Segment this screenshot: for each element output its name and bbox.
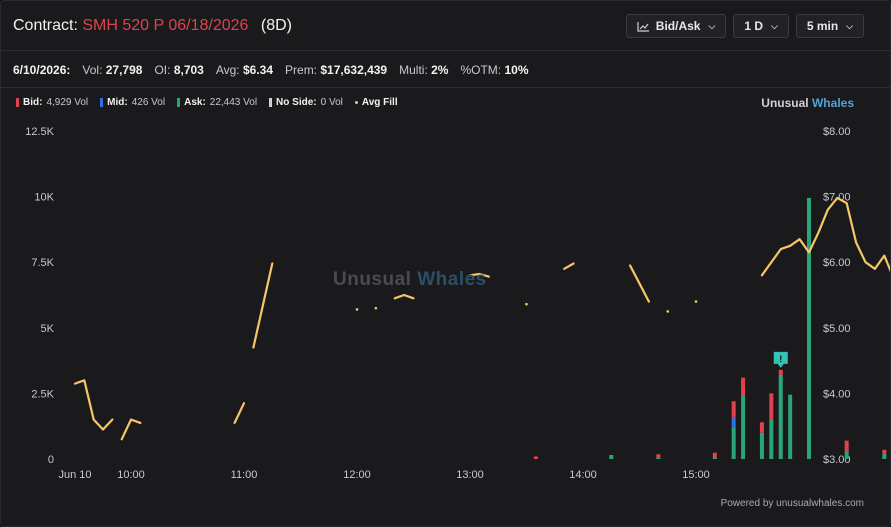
left-axis-tick: 10K [34,192,54,204]
contract-header: Contract: SMH 520 P 06/18/2026 (8D) [13,17,292,35]
stat-prem: Prem: $17,632,439 [285,63,388,77]
brand-logo: Unusual Whales [761,96,854,110]
stat-multi: Multi: 2% [399,63,449,77]
legend-no-side[interactable]: No Side: 0 Vol [269,97,343,108]
interval-dropdown[interactable]: 5 min ⌵ [795,14,864,38]
avg-fill-line[interactable] [120,418,142,441]
contract-symbol[interactable]: SMH 520 P 06/18/2026 [82,17,248,34]
stat-oi: OI: 8,703 [154,63,204,77]
left-axis-tick: 2.5K [31,388,54,400]
legend-bid[interactable]: Bid: 4,929 Vol [16,97,88,108]
volume-bar-bid[interactable] [656,454,661,458]
legend-ask[interactable]: Ask: 22,443 Vol [177,97,257,108]
volume-bar-ask[interactable] [731,427,736,459]
volume-bar-ask[interactable] [882,453,887,459]
stat-avg: Avg: $6.34 [215,63,274,77]
volume-bar-ask[interactable] [778,375,783,459]
avg-fill-line[interactable] [252,262,274,349]
right-axis-tick: $6.00 [823,257,851,269]
volume-bar-ask[interactable] [769,419,774,459]
chevron-down-icon: ⌵ [771,20,778,31]
x-axis-tick: 10:00 [117,469,145,481]
volume-bar-ask[interactable] [844,451,849,459]
volume-bar-ask[interactable] [712,457,717,459]
right-axis-tick: $8.00 [823,126,851,138]
flow-chart: 02.5K5K7.5K10K12.5K$3.00$4.00$5.00$6.00$… [25,126,890,481]
contract-prefix: Contract: [13,17,78,34]
right-axis-tick: $5.00 [823,323,851,335]
avg-fill-point[interactable] [694,300,698,303]
range-dropdown[interactable]: 1 D ⌵ [733,14,789,38]
x-axis-tick: 14:00 [569,469,597,481]
chevron-down-icon: ⌵ [708,20,716,31]
x-axis-tick: 12:00 [343,469,371,481]
x-axis-tick: 11:00 [231,469,258,481]
avg-fill-line[interactable] [73,379,114,431]
days-to-expiry: (8D) [260,17,292,34]
volume-bar-bid[interactable] [741,377,746,397]
volume-bar-bid[interactable] [731,401,736,418]
volume-bar-bid[interactable] [769,393,774,420]
powered-by: Powered by unusualwhales.com [720,498,864,509]
line-chart-icon [637,21,649,32]
watermark: Unusual Whales [333,269,487,290]
volume-bar-ask[interactable] [656,457,661,459]
header-divider [1,50,890,51]
stats-row: 6/10/2026: Vol: 27,798 OI: 8,703 Avg: $6… [13,63,529,77]
volume-bar-ask[interactable] [807,197,811,460]
range-label: 1 D [744,19,763,33]
volume-bar-bid[interactable] [778,369,783,376]
chevron-down-icon: ⌵ [846,20,853,31]
left-axis-tick: 5K [41,323,55,335]
left-axis-tick: 12.5K [25,126,54,138]
stat-otm: %OTM: 10% [460,63,529,77]
volume-bar-bid[interactable] [844,440,849,452]
avg-fill-line[interactable] [563,262,575,270]
avg-fill-line[interactable] [629,264,650,303]
volume-bar-bid[interactable] [533,456,538,459]
legend-avg-fill[interactable]: Avg Fill [354,97,398,108]
volume-bar-ask[interactable] [741,396,746,459]
volume-bar-bid[interactable] [759,422,764,433]
avg-fill-line[interactable] [393,293,415,300]
volume-bar-ask[interactable] [788,394,793,459]
legend-mid[interactable]: Mid: 426 Vol [100,97,165,108]
stats-date: 6/10/2026: [13,63,71,77]
avg-fill-line[interactable] [233,402,246,424]
x-axis-tick: 13:00 [456,469,484,481]
chart-legend: Bid: 4,929 Vol Mid: 426 Vol Ask: 22,443 Vol… [16,97,398,108]
volume-bar-bid[interactable] [712,452,717,458]
volume-bar-bid[interactable] [882,449,887,454]
right-axis-tick: $4.00 [823,388,851,400]
volume-bar-mid[interactable] [731,417,736,428]
alert-marker-glyph: ! [779,354,782,364]
stat-vol: Vol: 27,798 [82,63,143,77]
x-axis-tick: 15:00 [682,469,710,481]
chart-controls: Bid/Ask ⌵ 1 D ⌵ 5 min ⌵ [625,14,864,38]
chart-mode-dropdown[interactable]: Bid/Ask ⌵ [625,14,727,38]
volume-bar-ask[interactable] [759,432,764,459]
stats-divider [1,87,890,88]
interval-label: 5 min [806,19,839,33]
avg-fill-point[interactable] [525,302,528,306]
left-axis-tick: 0 [48,454,54,466]
avg-fill-point[interactable] [666,310,670,313]
volume-bar-ask[interactable] [609,455,614,459]
x-axis-tick: Jun 10 [58,469,91,481]
chart-mode-label: Bid/Ask [655,19,701,33]
left-axis-tick: 7.5K [31,257,54,269]
avg-fill-point[interactable] [374,306,378,310]
avg-fill-point[interactable] [355,308,359,311]
chart-card: Contract: SMH 520 P 06/18/2026 (8D) Bid/… [0,0,891,527]
